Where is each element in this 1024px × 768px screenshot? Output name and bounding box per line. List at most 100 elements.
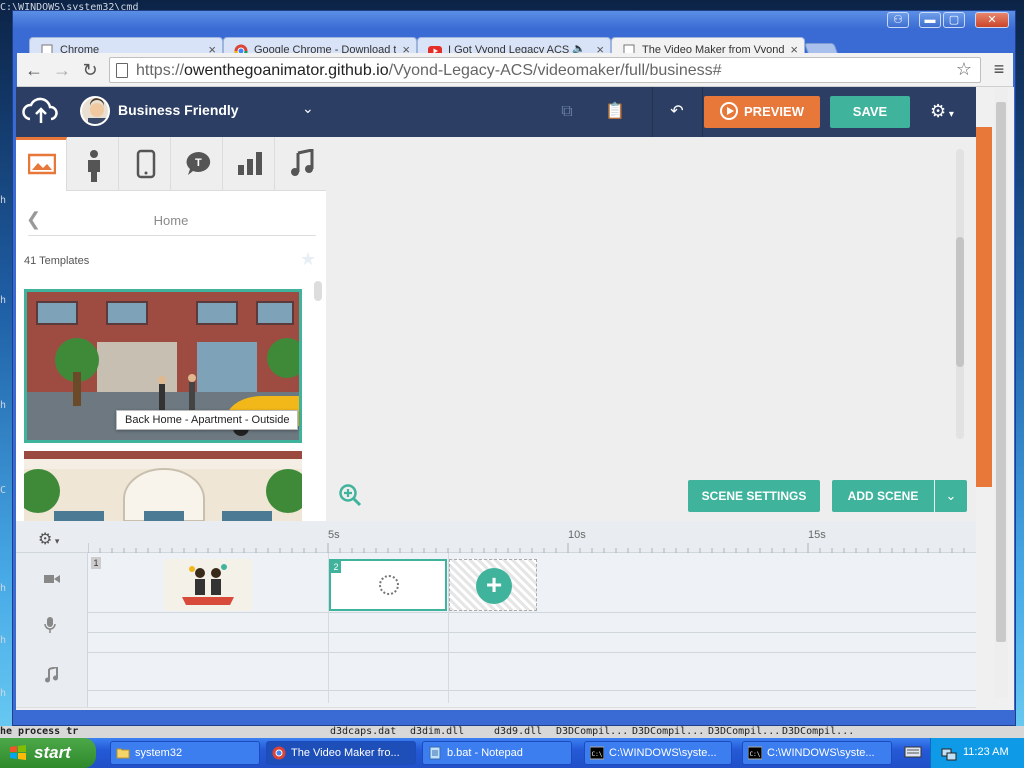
page-info-icon[interactable]: [116, 63, 128, 78]
scene-2-block[interactable]: 2: [329, 559, 447, 611]
windows-logo-icon: [10, 745, 26, 760]
scene-settings-button[interactable]: SCENE SETTINGS: [688, 480, 820, 512]
file-name: d3d9.dll: [494, 726, 543, 737]
add-scene-button[interactable]: ADD SCENE: [832, 480, 934, 512]
address-bar[interactable]: https://owenthegoanimator.github.io/Vyon…: [109, 57, 981, 83]
url-scheme: https://: [136, 62, 185, 79]
character-icon[interactable]: [68, 137, 119, 191]
divider: [652, 87, 653, 137]
timeline-horizontal-scrollbar[interactable]: [16, 707, 976, 710]
forward-button[interactable]: →: [51, 59, 73, 81]
file-name: D3DCompil...: [632, 726, 705, 737]
console-char: C: [0, 485, 7, 496]
microphone-icon: [44, 617, 56, 636]
loading-spinner-icon: [379, 575, 399, 595]
timeline: ⚙ ▾ 5s 10s 15s 1 2 +: [16, 521, 976, 710]
timeline-ruler: ⚙ ▾ 5s 10s 15s: [16, 521, 976, 553]
preview-button[interactable]: PREVIEW: [704, 96, 820, 128]
text-bubble-icon[interactable]: T: [172, 137, 223, 191]
chevron-down-icon[interactable]: ⌄: [935, 480, 967, 512]
divider: [702, 87, 703, 137]
scene-number: 1: [91, 557, 101, 569]
page-scrollbar-thumb[interactable]: [996, 102, 1006, 642]
chrome-menu-button[interactable]: ≡: [989, 59, 1009, 79]
bookmark-star-icon[interactable]: ☆: [956, 59, 972, 80]
save-button[interactable]: SAVE: [830, 96, 910, 128]
add-scene-timeline-button[interactable]: +: [449, 559, 537, 611]
panel-navigation: ❮ Home: [16, 201, 326, 241]
file-name: d3dim.dll: [410, 726, 465, 737]
music-note-icon: [44, 665, 58, 686]
chart-icon[interactable]: [224, 137, 275, 191]
template-tooltip: Back Home - Apartment - Outside: [116, 410, 299, 430]
console-char: h: [0, 195, 7, 206]
tick-label: 5s: [328, 529, 340, 541]
task-label: C:\WINDOWS\syste...: [767, 747, 875, 759]
clock: 11:23 AM: [963, 746, 1009, 758]
stage-scrollbar[interactable]: [956, 149, 964, 439]
system-tray: 11:23 AM: [930, 738, 1024, 768]
user-button[interactable]: ⚇: [887, 12, 909, 28]
theme-name[interactable]: Business Friendly: [118, 102, 239, 118]
keyboard-icon[interactable]: [904, 744, 922, 760]
image-icon[interactable]: [16, 137, 67, 191]
copy-icon[interactable]: ⧉: [554, 99, 580, 125]
scene-1-thumbnail[interactable]: [164, 559, 252, 611]
theme-avatar[interactable]: [80, 96, 110, 126]
page-vertical-scrollbar[interactable]: [994, 88, 1008, 698]
panel-scrollbar[interactable]: [314, 281, 322, 301]
reload-button[interactable]: ↻: [79, 59, 101, 81]
cmd-icon: C:\: [590, 746, 604, 760]
voice-track-2[interactable]: [88, 633, 976, 653]
app-topbar: Business Friendly ⌄ ⧉ 📋 ↶ PREVIEW SAVE ⚙…: [16, 87, 976, 137]
file-name: D3DCompil...: [708, 726, 781, 737]
folder-icon: [116, 748, 130, 759]
music-track[interactable]: [88, 653, 976, 691]
start-label: start: [34, 743, 71, 762]
zoom-in-icon[interactable]: [338, 483, 362, 510]
network-icon[interactable]: [941, 745, 957, 761]
taskbar-item-video-maker[interactable]: The Video Maker fro...: [266, 741, 416, 765]
cmd-icon: C:\: [748, 746, 762, 760]
taskbar-item-system32[interactable]: system32: [110, 741, 260, 765]
music-icon[interactable]: [276, 137, 327, 191]
taskbar-item-cmd-2[interactable]: C:\ C:\WINDOWS\syste...: [742, 741, 892, 765]
svg-text:C:\: C:\: [750, 751, 761, 758]
file-name: d3dcaps.dat: [330, 726, 397, 737]
stage-scrollbar-thumb[interactable]: [956, 237, 964, 367]
settings-gear-icon[interactable]: ⚙ ▾: [930, 101, 954, 122]
stage-canvas[interactable]: SCENE SETTINGS ADD SCENE ⌄: [326, 137, 976, 521]
task-label: The Video Maker fro...: [291, 747, 400, 759]
prop-icon[interactable]: [120, 137, 171, 191]
taskbar-item-notepad[interactable]: b.bat - Notepad: [422, 741, 572, 765]
task-label: b.bat - Notepad: [447, 747, 523, 759]
window-titlebar[interactable]: ⚇ ▬ ▢ ✕: [13, 11, 1015, 29]
taskbar-item-cmd-1[interactable]: C:\ C:\WINDOWS\syste...: [584, 741, 732, 765]
asset-panel: T ❮ Home 41 Templates ★ Back Home - Apar…: [16, 137, 326, 521]
template-thumbnail-building[interactable]: [24, 451, 302, 521]
favorite-star-icon[interactable]: ★: [300, 249, 316, 270]
preview-label: PREVIEW: [744, 104, 804, 119]
background-window-strip: he process tr d3dcaps.dat d3dim.dll d3d9…: [0, 726, 1024, 738]
notepad-icon: [429, 746, 441, 760]
play-icon: [720, 102, 739, 120]
minimize-button[interactable]: ▬: [919, 12, 941, 28]
panel-home-label: Home: [153, 213, 189, 228]
maximize-button[interactable]: ▢: [943, 12, 965, 28]
close-window-button[interactable]: ✕: [975, 12, 1009, 28]
svg-text:T: T: [195, 157, 202, 169]
voice-track[interactable]: [88, 613, 976, 633]
task-label: system32: [135, 747, 183, 759]
templates-count: 41 Templates: [24, 255, 90, 267]
back-button[interactable]: ←: [23, 59, 45, 81]
paste-icon[interactable]: 📋: [602, 99, 628, 125]
url-text[interactable]: https://owenthegoanimator.github.io/Vyon…: [136, 62, 722, 80]
undo-icon[interactable]: ↶: [664, 99, 690, 125]
start-button[interactable]: start: [0, 738, 96, 768]
upload-cloud-icon[interactable]: [16, 87, 66, 137]
timeline-settings-gear-icon[interactable]: ⚙ ▾: [38, 529, 59, 549]
chevron-down-icon[interactable]: ⌄: [302, 100, 314, 117]
ruler-ticks: [88, 543, 965, 553]
chrome-icon: [272, 746, 286, 760]
console-char: h: [0, 295, 7, 306]
